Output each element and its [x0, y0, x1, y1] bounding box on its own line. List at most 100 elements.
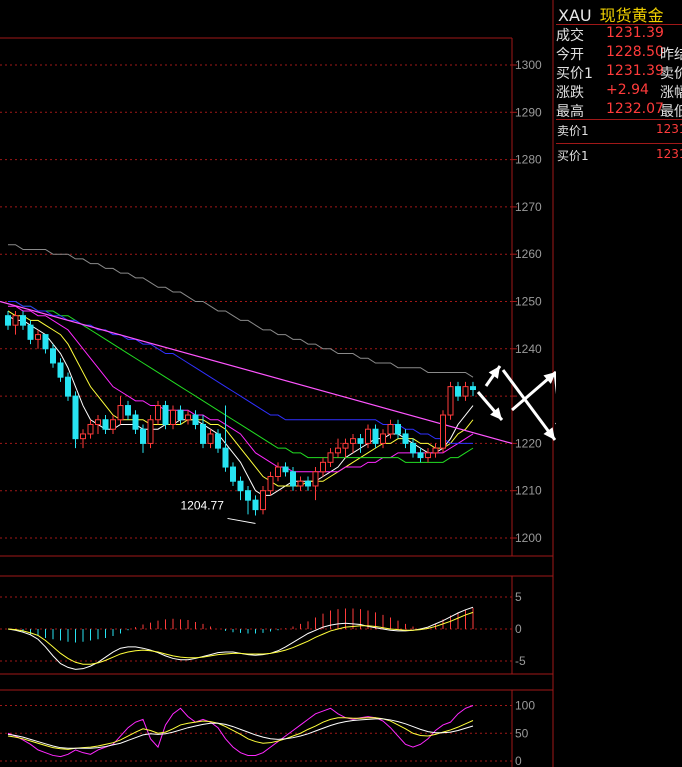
candle-body	[132, 414, 139, 430]
quote-value: 1231.39	[606, 25, 664, 41]
candle-body	[102, 419, 109, 430]
candle-body	[320, 461, 326, 473]
quote-label: 最高	[556, 104, 584, 120]
kdj-line-magenta	[7, 705, 474, 758]
candle-body	[215, 433, 221, 449]
low-price-pointer	[227, 517, 256, 524]
candle-body	[432, 447, 439, 454]
ma-line-gray	[8, 244, 474, 378]
macd-panel	[7, 606, 474, 670]
candle-body	[357, 438, 364, 444]
candle-body	[267, 476, 274, 492]
candle-body	[237, 480, 244, 492]
candle-body	[12, 315, 19, 326]
candle-body	[402, 433, 409, 444]
candle-body	[312, 471, 319, 487]
candle-body	[192, 414, 199, 425]
candle-body	[275, 466, 281, 478]
divider	[556, 119, 682, 120]
candle-body	[177, 409, 184, 421]
candle-body	[440, 414, 446, 449]
macd-line-yellow	[7, 611, 474, 665]
candle-body	[80, 433, 86, 440]
candle-body	[170, 409, 176, 425]
candle-body	[222, 447, 229, 468]
candle-body	[327, 452, 334, 463]
quote-label: 成交	[556, 28, 584, 44]
projection-arrow	[484, 365, 502, 387]
candle-body	[65, 376, 71, 397]
y-tick-label: 1300	[515, 58, 542, 72]
candle-body	[42, 334, 49, 350]
quote-value: 1232.07	[606, 101, 664, 117]
moving-average-lines	[0, 244, 513, 496]
quote-row-change: 涨跌 +2.94 涨幅	[556, 82, 682, 101]
y-tick-label: 0	[515, 754, 522, 767]
ask-label: 卖价1	[557, 124, 589, 138]
quote-row-bid: 买价1 1231.39 卖价	[556, 63, 682, 82]
candle-body	[110, 419, 116, 430]
candle-body	[252, 499, 259, 511]
y-tick-label: 1200	[515, 531, 542, 545]
kdj-grid: 100 50 0	[0, 689, 553, 767]
y-tick-label: 0	[515, 622, 522, 636]
candle-body	[50, 348, 56, 364]
quote-title: XAU 现货黄金	[558, 2, 664, 26]
instrument-name: 现货黄金	[599, 6, 664, 25]
kdj-panel	[7, 705, 474, 758]
candle-body	[87, 423, 94, 435]
divider	[556, 143, 682, 144]
candle-body	[155, 405, 161, 421]
candle-body	[417, 452, 424, 459]
low-annotation: 1204.77	[181, 498, 256, 524]
y-tick-label: 1210	[515, 484, 542, 498]
candle-body	[95, 419, 101, 425]
candle-body	[35, 334, 41, 340]
y-tick-label: 100	[515, 699, 535, 713]
quote-label2: 昨结	[660, 47, 682, 63]
main-y-tick-labels: 1300 1290 1280 1270 1260 1250 1240 1220 1210 1200	[515, 58, 542, 545]
y-tick-label: -5	[515, 654, 526, 668]
macd-line-white	[7, 606, 474, 670]
ask-value: 1231	[656, 122, 682, 136]
quote-row-open: 今开 1228.50 昨结	[556, 44, 682, 63]
macd-grid: 5 0 -5	[0, 575, 553, 675]
bid-label: 买价1	[557, 149, 589, 163]
y-tick-label: 1240	[515, 342, 542, 356]
y-tick-label: 1270	[515, 200, 542, 214]
quote-value: +2.94	[606, 82, 649, 98]
quote-value: 1228.50	[606, 44, 664, 60]
candle-body	[470, 386, 476, 391]
candle-body	[350, 438, 356, 444]
quote-panel: XAU 现货黄金 成交 1231.39 今开 1228.50 昨结 买价1 123…	[556, 0, 682, 767]
quote-label2: 最低	[660, 104, 682, 120]
candle-body	[140, 428, 146, 444]
candle-body	[372, 428, 379, 444]
candle-body	[245, 490, 251, 501]
candle-body	[342, 442, 349, 449]
y-tick-label: 1220	[515, 436, 542, 450]
candle-body	[455, 386, 461, 397]
symbol-code: XAU	[558, 6, 592, 25]
arrow-head	[488, 366, 500, 379]
candle-body	[380, 433, 386, 444]
candle-body	[200, 423, 206, 444]
quote-label2: 涨幅	[660, 85, 682, 101]
y-tick-label: 1290	[515, 105, 542, 119]
chart-area: 1300 1290 1280 1270 1260 1250 1240 1220 1210 1200…	[0, 0, 556, 767]
candle-body	[230, 466, 236, 482]
candle-body	[260, 490, 266, 511]
candle-body	[125, 405, 131, 416]
candle-body	[410, 442, 416, 454]
candle-body	[185, 414, 191, 421]
candle-body	[207, 433, 214, 444]
projection-arrows	[476, 365, 556, 441]
quote-row-high: 最高 1232.07 最低	[556, 101, 682, 120]
candle-body	[297, 480, 304, 487]
candle-body	[5, 315, 11, 326]
candle-body	[447, 386, 454, 416]
candle-body	[147, 419, 154, 444]
quote-label: 买价1	[556, 66, 593, 82]
y-tick-label: 5	[515, 590, 522, 604]
candle-body	[387, 423, 394, 435]
